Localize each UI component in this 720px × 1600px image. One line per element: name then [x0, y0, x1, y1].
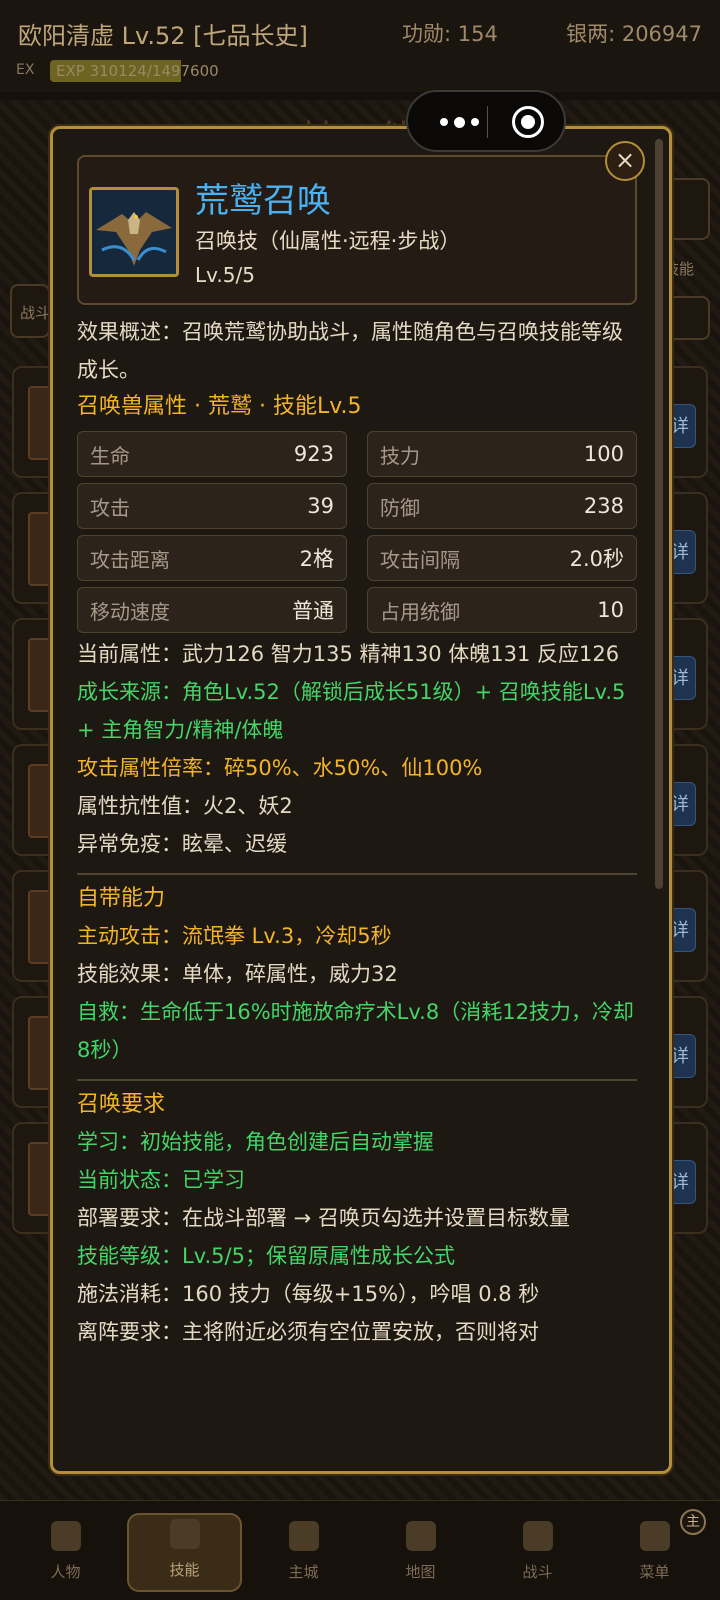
- nav-battle[interactable]: 战斗: [482, 1513, 593, 1592]
- stat-value: 2格: [299, 547, 334, 571]
- crossed-swords-icon: [522, 1521, 553, 1551]
- skill-type: 召唤技（仙属性·远程·步战）: [195, 229, 461, 253]
- current-status: 当前状态：已学习: [77, 1168, 245, 1192]
- stat-cell-hp: 生命 923: [77, 431, 347, 477]
- stat-value: 普通: [292, 599, 334, 623]
- skill-name: 荒鹫召唤: [195, 181, 331, 221]
- castle-icon: [288, 1521, 319, 1551]
- character-icon: [50, 1521, 81, 1551]
- resistance-values: 属性抗性值：火2、妖2: [77, 794, 293, 818]
- cast-cost: 施法消耗：160 技力（每级+15%），吟唱 0.8 秒: [77, 1282, 540, 1306]
- section-divider: [77, 1079, 637, 1081]
- skill-level-note: 技能等级：Lv.5/5；保留原属性成长公式: [77, 1244, 455, 1268]
- stat-label: 移动速度: [90, 599, 170, 624]
- merit-value: 功勋: 154: [402, 22, 498, 46]
- menu-icon: [639, 1521, 670, 1551]
- stat-cell-speed: 移动速度 普通: [77, 587, 347, 633]
- skill-header-card: 荒鹫召唤 召唤技（仙属性·远程·步战） Lv.5/5: [77, 155, 637, 305]
- scroll-icon: [169, 1519, 200, 1549]
- stat-cell-interval: 攻击间隔 2.0秒: [367, 535, 637, 581]
- stat-label: 攻击距离: [90, 547, 170, 572]
- nav-label: 战斗: [522, 1563, 553, 1581]
- miniprogram-capsule: [406, 90, 566, 152]
- exp-bar: EXP 310124/1497600: [50, 60, 225, 82]
- capsule-divider: [487, 106, 488, 138]
- cutoff-line: 离阵要求：主将附近必须有空位置安放，否则将对: [77, 1320, 539, 1344]
- learn-requirement: 学习：初始技能，角色创建后自动掌握: [77, 1130, 434, 1154]
- stat-label: 防御: [380, 495, 420, 520]
- effect-summary: 效果概述：召唤荒鹫协助战斗，属性随角色与召唤技能等级成长。: [77, 313, 637, 389]
- stat-value: 2.0秒: [569, 547, 624, 571]
- stat-label: 技力: [380, 443, 420, 468]
- menu-badge: 主: [680, 1509, 706, 1535]
- active-attack: 主动攻击：流氓拳 Lv.3，冷却5秒: [77, 924, 392, 948]
- stat-cell-defense: 防御 238: [367, 483, 637, 529]
- skill-detail-modal: × 荒鹫召唤 召唤技（仙属性·远程·步战） Lv.5/5 效果概述：召唤荒鹫协助…: [50, 126, 672, 1474]
- attack-multiplier: 攻击属性倍率：碎50%、水50%、仙100%: [77, 756, 483, 780]
- silver-value: 银两: 206947: [566, 22, 702, 46]
- stat-cell-range: 攻击距离 2格: [77, 535, 347, 581]
- nav-label: 技能: [169, 1561, 200, 1579]
- beast-stat-grid: 生命 923 技力 100 攻击 39 防御 238 攻击距离 2格 攻击间隔 2.0秒 移…: [77, 431, 637, 633]
- map-icon: [405, 1521, 436, 1551]
- stat-label: 生命: [90, 443, 130, 468]
- modal-scrollbar[interactable]: [655, 139, 663, 889]
- ex-label: EX: [16, 62, 35, 78]
- close-button[interactable]: ×: [605, 141, 645, 181]
- stat-value: 238: [583, 494, 624, 518]
- status-bar: 欧阳清虚 Lv.52 [七品长史] 功勋: 154 银两: 206947 EX …: [0, 0, 720, 92]
- summon-requirements-header: 召唤要求: [77, 1092, 166, 1117]
- stat-value: 10: [597, 598, 624, 622]
- nav-character[interactable]: 人物: [10, 1513, 121, 1592]
- nav-label: 地图: [405, 1563, 436, 1581]
- deploy-requirement: 部署要求：在战斗部署 → 召唤页勾选并设置目标数量: [77, 1206, 570, 1230]
- section-divider: [77, 873, 637, 875]
- self-rescue: 自救：生命低于16%时施放命疗术Lv.8（消耗12技力，冷却8秒）: [77, 1000, 634, 1062]
- nav-label: 主城: [288, 1563, 319, 1581]
- stat-cell-command: 占用统御 10: [367, 587, 637, 633]
- player-name: 欧阳清虚 Lv.52 [七品长史]: [18, 22, 308, 50]
- innate-ability-header: 自带能力: [77, 886, 166, 911]
- nav-skills[interactable]: 技能: [127, 1513, 242, 1592]
- stat-label: 攻击间隔: [380, 547, 460, 572]
- more-options-icon[interactable]: [430, 100, 488, 144]
- nav-city[interactable]: 主城: [248, 1513, 359, 1592]
- nav-label: 菜单: [639, 1563, 670, 1581]
- stat-cell-energy: 技力 100: [367, 431, 637, 477]
- current-attributes: 当前属性：武力126 智力135 精神130 体魄131 反应126: [77, 642, 620, 666]
- skill-effect: 技能效果：单体，碎属性，威力32: [77, 962, 398, 986]
- stat-label: 占用统御: [380, 599, 460, 624]
- stat-label: 攻击: [90, 495, 130, 520]
- eagle-skill-icon: [89, 187, 179, 277]
- stat-value: 39: [307, 494, 334, 518]
- effect-summary-label: 效果概述：: [77, 320, 182, 344]
- skill-level: Lv.5/5: [195, 263, 255, 287]
- nav-map[interactable]: 地图: [365, 1513, 476, 1592]
- nav-menu[interactable]: 菜单 主: [599, 1509, 710, 1592]
- modal-content: 荒鹫召唤 召唤技（仙属性·远程·步战） Lv.5/5 效果概述：召唤荒鹫协助战斗…: [77, 155, 637, 1351]
- filter-label-left: 战斗: [20, 304, 51, 322]
- stat-cell-attack: 攻击 39: [77, 483, 347, 529]
- beast-attributes-header: 召唤兽属性 · 荒鹫 · 技能Lv.5: [77, 394, 362, 419]
- bottom-navigation: 人物 技能 主城 地图 战斗 菜单 主: [0, 1500, 720, 1600]
- close-miniprogram-icon[interactable]: [512, 106, 544, 138]
- stat-value: 923: [293, 442, 334, 466]
- status-immunity: 异常免疫：眩晕、迟缓: [77, 832, 287, 856]
- stat-value: 100: [583, 442, 624, 466]
- growth-source: 成长来源：角色Lv.52（解锁后成长51级）+ 召唤技能Lv.5 + 主角智力/…: [77, 680, 626, 742]
- nav-label: 人物: [50, 1563, 81, 1581]
